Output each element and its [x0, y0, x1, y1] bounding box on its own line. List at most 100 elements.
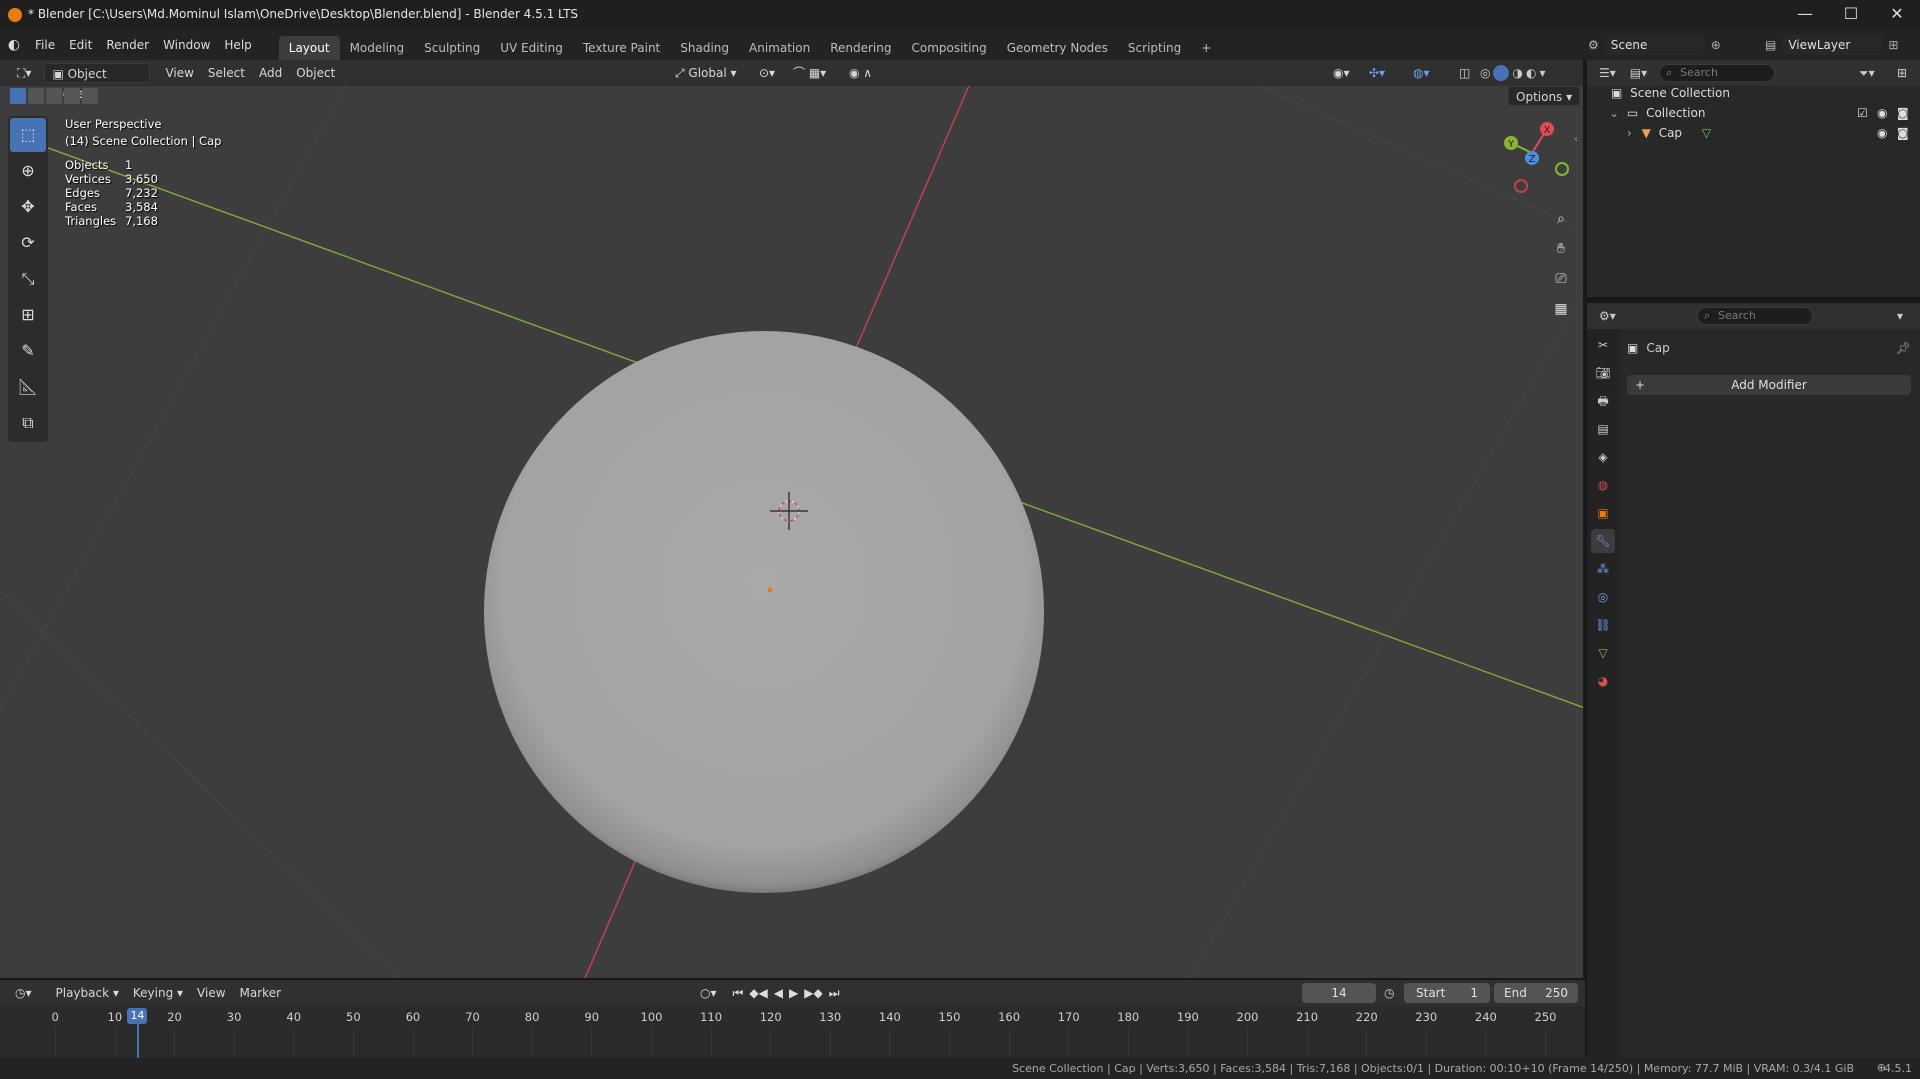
perspective-toggle-icon[interactable]: ▦: [1548, 296, 1574, 322]
render-tab-icon[interactable]: 📷︎: [1591, 361, 1615, 385]
add-workspace-button[interactable]: +: [1191, 36, 1221, 60]
preview-range-icon[interactable]: ◷: [1384, 986, 1394, 1000]
filter-icon[interactable]: ⏷▾: [1859, 66, 1875, 81]
snap-icon[interactable]: ⌒ ▦▾: [786, 63, 833, 83]
play-icon[interactable]: ▶: [789, 986, 798, 1000]
solid-shading-icon[interactable]: [1493, 65, 1510, 81]
select-intersect-icon[interactable]: [82, 88, 98, 104]
select-subtract-icon[interactable]: [46, 88, 62, 104]
pivot-point-icon[interactable]: ⊙▾: [752, 63, 782, 83]
add-cube-tool-icon[interactable]: ⧉: [10, 406, 46, 440]
menu-render[interactable]: Render: [99, 34, 156, 56]
tab-rendering[interactable]: Rendering: [820, 36, 901, 60]
outliner-search-input[interactable]: ⌕ Search: [1659, 64, 1776, 82]
jump-end-icon[interactable]: ⏭: [829, 986, 840, 1001]
auto-keying-icon[interactable]: ○▾: [700, 986, 717, 1000]
view-layer-selector[interactable]: ▤ ViewLayer ⊞: [1765, 34, 1915, 56]
render-camera-icon[interactable]: ◙: [1897, 103, 1909, 123]
start-frame-field[interactable]: Start 1: [1404, 983, 1490, 1003]
options-button[interactable]: Options ▾: [1508, 86, 1581, 106]
expand-chevron-icon[interactable]: ›: [1627, 126, 1632, 140]
navigation-gizmo[interactable]: X Y Z: [1490, 115, 1570, 205]
menu-object[interactable]: Object: [289, 63, 342, 83]
camera-view-icon[interactable]: ⎚: [1548, 266, 1574, 292]
cursor-tool-icon[interactable]: ⊕: [10, 154, 46, 188]
tab-texture-paint[interactable]: Texture Paint: [573, 36, 670, 60]
tab-compositing[interactable]: Compositing: [901, 36, 996, 60]
rendered-shading-icon[interactable]: ◐: [1526, 66, 1536, 80]
close-button[interactable]: ✕: [1874, 0, 1920, 30]
add-modifier-button[interactable]: + Add Modifier: [1627, 375, 1911, 395]
pan-hand-icon[interactable]: ✋︎: [1548, 236, 1574, 262]
exclude-checkbox-icon[interactable]: ☑: [1857, 103, 1868, 123]
tab-modeling[interactable]: Modeling: [340, 36, 415, 60]
properties-editor-icon[interactable]: ⚙▾: [1599, 309, 1616, 323]
world-tab-icon[interactable]: ◍: [1591, 473, 1615, 497]
collapse-chevron-icon[interactable]: ⌄: [1609, 106, 1619, 120]
transform-orientation[interactable]: ⤢ Global ▾: [668, 63, 744, 83]
menu-timeline-view[interactable]: View: [190, 983, 232, 1003]
menu-select[interactable]: Select: [201, 63, 252, 83]
move-tool-icon[interactable]: ✥: [10, 190, 46, 224]
visibility-eye-icon[interactable]: ◉: [1877, 123, 1887, 143]
tab-uv-editing[interactable]: UV Editing: [490, 36, 573, 60]
select-new-icon[interactable]: [10, 88, 26, 104]
particles-tab-icon[interactable]: ⁂: [1591, 557, 1615, 581]
xray-icon[interactable]: ◫: [1452, 63, 1477, 83]
annotate-tool-icon[interactable]: ✎: [10, 334, 46, 368]
visibility-icon[interactable]: ◉▾: [1326, 63, 1357, 83]
prev-keyframe-icon[interactable]: ◆◀: [749, 986, 767, 1000]
scene-name[interactable]: Scene: [1604, 35, 1705, 55]
outliner-row-cap[interactable]: › ▼ Cap ▽ ◉ ◙: [1587, 123, 1920, 143]
visibility-eye-icon[interactable]: ◉: [1877, 103, 1887, 123]
sidebar-toggle-icon[interactable]: ‹: [1574, 134, 1578, 145]
playhead-frame-badge[interactable]: 14: [127, 1008, 148, 1024]
scene-selector[interactable]: ⚙ Scene ⊕: [1588, 34, 1738, 56]
rotate-tool-icon[interactable]: ⟳: [10, 226, 46, 260]
scene-tab-icon[interactable]: ◈: [1591, 445, 1615, 469]
menu-help[interactable]: Help: [217, 34, 258, 56]
display-mode-icon[interactable]: ▤▾: [1630, 66, 1647, 80]
data-tab-icon[interactable]: ▽: [1591, 641, 1615, 665]
tab-scripting[interactable]: Scripting: [1118, 36, 1191, 60]
select-extend-icon[interactable]: [28, 88, 44, 104]
physics-tab-icon[interactable]: ◎: [1591, 585, 1615, 609]
mesh-data-icon[interactable]: ▽: [1702, 126, 1711, 140]
properties-search-input[interactable]: ⌕ Search: [1697, 307, 1813, 325]
pin-icon[interactable]: 📌︎: [1896, 341, 1911, 355]
current-frame-field[interactable]: 14: [1302, 983, 1376, 1003]
menu-marker[interactable]: Marker: [233, 983, 288, 1003]
material-tab-icon[interactable]: ◕: [1591, 669, 1615, 693]
modifier-tab-icon[interactable]: 🔧︎: [1591, 529, 1615, 553]
measure-tool-icon[interactable]: 📐︎: [10, 370, 46, 404]
end-frame-field[interactable]: End 250: [1494, 983, 1578, 1003]
scale-tool-icon[interactable]: ⤡: [10, 262, 46, 296]
maximize-button[interactable]: ☐: [1828, 0, 1874, 30]
menu-file[interactable]: File: [28, 34, 62, 56]
tab-shading[interactable]: Shading: [670, 36, 739, 60]
gizmo-toggle-icon[interactable]: ✣▾: [1362, 63, 1392, 83]
menu-edit[interactable]: Edit: [62, 34, 99, 56]
blender-menu-icon[interactable]: ◐: [0, 37, 28, 53]
3d-viewport[interactable]: ⛶▾ ▣ Object Mode ▾ View Select Add Objec…: [0, 60, 1585, 978]
menu-window[interactable]: Window: [156, 34, 217, 56]
properties-options-icon[interactable]: ▾: [1897, 309, 1903, 323]
wireframe-shading-icon[interactable]: ◎: [1480, 66, 1490, 80]
play-reverse-icon[interactable]: ◀: [774, 986, 783, 1000]
constraints-tab-icon[interactable]: ⛓︎: [1591, 613, 1615, 637]
tab-geometry-nodes[interactable]: Geometry Nodes: [997, 36, 1118, 60]
timeline-scrubber[interactable]: 0 10 20 30 40 50 60 70 80 90 100 110 120 130 140 150 160…: [0, 1006, 1585, 1058]
view-layer-tab-icon[interactable]: ▤: [1591, 417, 1615, 441]
menu-playback[interactable]: Playback ▾: [49, 983, 126, 1003]
zoom-icon[interactable]: ⌕: [1548, 206, 1574, 232]
menu-view[interactable]: View: [158, 63, 200, 83]
select-box-tool-icon[interactable]: ⬚: [10, 118, 46, 152]
jump-start-icon[interactable]: ⏮: [733, 986, 744, 1001]
proportional-editing-icon[interactable]: ◉ ∧: [842, 63, 879, 83]
minimize-button[interactable]: —: [1782, 0, 1828, 30]
next-keyframe-icon[interactable]: ▶◆: [804, 986, 822, 1000]
output-tab-icon[interactable]: 🖶︎: [1591, 389, 1615, 413]
tab-animation[interactable]: Animation: [739, 36, 820, 60]
tab-layout[interactable]: Layout: [278, 36, 340, 60]
view-layer-name[interactable]: ViewLayer: [1782, 35, 1883, 55]
